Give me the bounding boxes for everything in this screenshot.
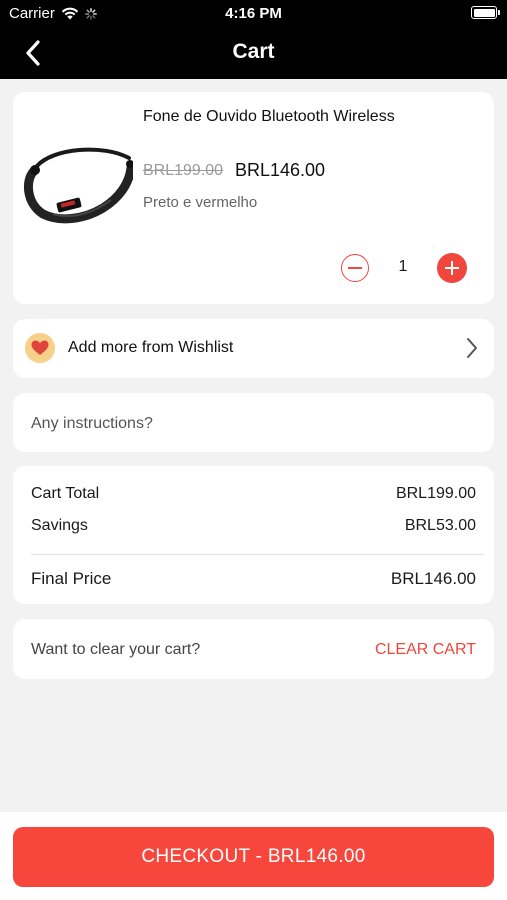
cart-total-value: BRL199.00 <box>395 485 476 502</box>
heart-icon <box>25 333 55 363</box>
cart-item-card: Fone de Ouvido Bluetooth Wireless BRL199… <box>13 92 494 304</box>
final-price-row: Final Price BRL146.00 <box>31 569 476 589</box>
battery-icon <box>471 6 500 19</box>
decrease-quantity-button[interactable] <box>341 254 369 282</box>
increase-quantity-button[interactable] <box>437 253 467 283</box>
quantity-value: 1 <box>398 258 408 275</box>
cart-total-label: Cart Total <box>31 485 100 502</box>
checkout-footer: CHECKOUT - BRL146.00 <box>0 812 507 900</box>
status-bar: Carrier 4:16 PM <box>0 0 507 26</box>
chevron-right-icon <box>467 338 477 358</box>
product-image[interactable] <box>23 122 133 232</box>
sale-price: BRL146.00 <box>235 160 326 180</box>
summary-divider <box>31 554 484 555</box>
instructions-placeholder: Any instructions? <box>31 415 153 432</box>
final-price-label: Final Price <box>31 569 112 588</box>
clear-cart-card: Want to clear your cart? CLEAR CART <box>13 619 494 679</box>
wishlist-row[interactable]: Add more from Wishlist <box>13 319 494 378</box>
original-price: BRL199.00 <box>143 162 224 179</box>
final-price-value: BRL146.00 <box>390 569 476 588</box>
clear-cart-button[interactable]: CLEAR CART <box>375 641 476 659</box>
savings-row: Savings BRL53.00 <box>31 517 476 535</box>
instructions-field[interactable]: Any instructions? <box>13 393 494 452</box>
price-summary-card: Cart Total BRL199.00 Savings BRL53.00 Fi… <box>13 466 494 604</box>
cart-total-row: Cart Total BRL199.00 <box>31 485 476 503</box>
product-variant: Preto e vermelho <box>143 194 258 211</box>
product-name: Fone de Ouvido Bluetooth Wireless <box>143 108 395 125</box>
wishlist-label: Add more from Wishlist <box>68 339 234 356</box>
checkout-button[interactable]: CHECKOUT - BRL146.00 <box>13 827 494 887</box>
status-time: 4:16 PM <box>225 5 282 22</box>
page-title: Cart <box>232 40 275 63</box>
savings-value: BRL53.00 <box>404 517 476 534</box>
savings-label: Savings <box>31 517 88 534</box>
clear-cart-question: Want to clear your cart? <box>31 641 201 658</box>
navigation-bar: Cart <box>0 26 507 79</box>
